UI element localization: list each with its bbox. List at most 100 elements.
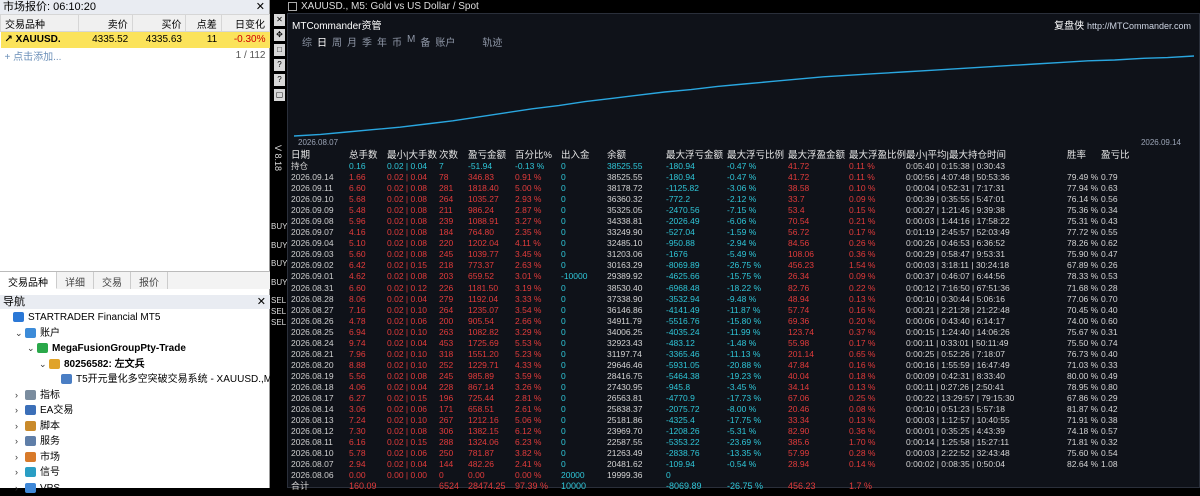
column-header[interactable]: 买价 xyxy=(132,15,186,32)
chevron-down-icon[interactable]: ⌄ xyxy=(15,326,25,342)
nav-item-icon xyxy=(25,421,36,431)
stats-cell: 306 xyxy=(439,426,468,437)
stats-cell: 0.79 xyxy=(1101,172,1131,183)
add-symbol-row[interactable]: + 点击添加...1 / 112 xyxy=(1,48,270,64)
close-icon[interactable]: ✕ xyxy=(274,14,285,26)
nav-item[interactable]: ⌄80256582: 左文兵 xyxy=(0,357,270,373)
minimize-icon[interactable]: ▢ xyxy=(274,89,285,101)
chevron-down-icon[interactable]: ⌄ xyxy=(27,341,37,357)
stats-cell: 0 xyxy=(561,305,607,316)
stats-cell: 8.88 xyxy=(349,360,387,371)
panel-tab-4[interactable]: 季 xyxy=(362,34,372,49)
chevron-right-icon[interactable]: › xyxy=(15,481,25,496)
stats-cell: 0.02 | 0.15 xyxy=(387,393,439,404)
column-header[interactable]: 日变化 xyxy=(221,15,269,32)
column-header[interactable]: 卖价 xyxy=(79,15,133,32)
pin-icon[interactable]: □ xyxy=(274,44,285,56)
nav-item[interactable]: ⌄账户 xyxy=(0,326,270,342)
move-icon[interactable]: ✥ xyxy=(274,29,285,41)
stats-cell: 0 xyxy=(439,470,468,481)
panel-tab-6[interactable]: 币 xyxy=(392,34,402,49)
panel-tab-5[interactable]: 年 xyxy=(377,34,387,49)
column-header[interactable]: 点差 xyxy=(186,15,221,32)
nav-item[interactable]: ›市场 xyxy=(0,450,270,466)
stats-row: 2026.08.277.160.02 | 0.102641235.073.54 … xyxy=(291,305,1131,316)
help-icon[interactable]: ? xyxy=(274,74,285,86)
stats-cell: 0.02 | 0.06 xyxy=(387,404,439,415)
stats-cell: 2026.09.04 xyxy=(291,238,349,249)
stats-cell: 0:00:04 | 0:52:31 | 7:17:31 xyxy=(906,183,1067,194)
panel-tab-10[interactable]: 轨迹 xyxy=(482,34,502,49)
nav-item[interactable]: ⌄MegaFusionGroupPty-Trade xyxy=(0,341,270,357)
stats-cell: 盈亏比 xyxy=(1101,149,1131,161)
nav-item[interactable]: ›服务 xyxy=(0,434,270,450)
stats-cell: 33.34 xyxy=(788,415,849,426)
stats-cell: 0.00 | 0.00 xyxy=(387,470,439,481)
stats-cell: 1202.04 xyxy=(468,238,515,249)
stats-cell: 2026.08.10 xyxy=(291,448,349,459)
panel-tab-7[interactable]: M xyxy=(407,34,415,49)
stats-cell: 2026.08.12 xyxy=(291,426,349,437)
symbol-row[interactable]: ↗ XAUUSD.4335.524335.6311-0.30% xyxy=(1,32,270,48)
stats-cell: -109.94 xyxy=(666,459,727,470)
chevron-right-icon[interactable]: › xyxy=(15,388,25,404)
stats-cell: 97.39 % xyxy=(515,481,561,492)
chevron-right-icon[interactable]: › xyxy=(15,419,25,435)
column-header[interactable]: 交易品种 xyxy=(1,15,79,32)
nav-item[interactable]: STARTRADER Financial MT5 xyxy=(0,310,270,326)
stats-cell: 279 xyxy=(439,294,468,305)
window-icon xyxy=(288,2,297,11)
close-icon[interactable]: ✕ xyxy=(257,295,266,309)
nav-item[interactable]: ›脚本 xyxy=(0,419,270,435)
panel-tab-8[interactable]: 备 xyxy=(420,34,430,49)
nav-item-label: EA交易 xyxy=(40,405,73,416)
tab-0[interactable]: 交易品种 xyxy=(0,272,57,289)
add-symbol-link[interactable]: + 点击添加... xyxy=(1,48,186,64)
nav-item-icon xyxy=(25,405,36,415)
nav-item[interactable]: ›指标 xyxy=(0,388,270,404)
stats-cell: 84.56 xyxy=(788,238,849,249)
stats-cell: 最大浮亏比例 xyxy=(727,149,788,161)
panel-tab-3[interactable]: 月 xyxy=(347,34,357,49)
stats-cell: -13.35 % xyxy=(727,448,788,459)
stats-cell: 2.81 % xyxy=(515,393,561,404)
market-watch-title: 市场报价: 06:10:20 ✕ xyxy=(0,0,269,14)
stats-hold-row: 持仓0.160.02 | 0.047-51.94-0.13 %038525.55… xyxy=(291,161,1131,172)
panel-tab-0[interactable]: 综 xyxy=(302,34,312,49)
nav-item[interactable]: T5开元量化多空突破交易系统 - XAUUSD.,M xyxy=(0,372,270,388)
panel-tab-2[interactable]: 周 xyxy=(332,34,342,49)
stats-cell: 0.40 xyxy=(1101,349,1131,360)
chevron-right-icon[interactable]: › xyxy=(15,403,25,419)
close-icon[interactable]: ✕ xyxy=(256,0,265,14)
nav-item[interactable]: ›信号 xyxy=(0,465,270,481)
panel-tab-1[interactable]: 日 xyxy=(317,34,327,49)
stats-cell: -1.48 % xyxy=(727,338,788,349)
help-icon[interactable]: ? xyxy=(274,59,285,71)
panel-tab-9[interactable]: 账户 xyxy=(435,34,455,49)
stats-cell: 21263.49 xyxy=(607,448,666,459)
chart-toolbar: ✕ ✥ □ ? ? ▢ xyxy=(274,14,286,104)
stats-cell: 2026.09.09 xyxy=(291,205,349,216)
stats-cell: 456.23 xyxy=(788,260,849,271)
chevron-right-icon[interactable]: › xyxy=(15,450,25,466)
trade-marker-label: SEL xyxy=(271,318,286,327)
brand-url[interactable]: http://MTCommander.com xyxy=(1087,21,1191,31)
nav-item[interactable]: ›VPS xyxy=(0,481,270,496)
tab-2[interactable]: 交易 xyxy=(94,272,131,289)
nav-item-icon xyxy=(37,343,48,353)
stats-cell: 456.23 xyxy=(788,481,849,492)
nav-item[interactable]: › EA交易 xyxy=(0,403,270,419)
tab-3[interactable]: 报价 xyxy=(131,272,168,289)
stats-cell: -4035.24 xyxy=(666,327,727,338)
chevron-down-icon[interactable]: ⌄ xyxy=(39,357,49,373)
stats-cell: 0:00:11 | 0:27:26 | 2:50:41 xyxy=(906,382,1067,393)
stats-cell: 2026.09.02 xyxy=(291,260,349,271)
chevron-right-icon[interactable]: › xyxy=(15,434,25,450)
stats-cell: 1192.04 xyxy=(468,294,515,305)
stats-cell: 6.42 xyxy=(349,260,387,271)
stats-cell: 6.60 xyxy=(349,183,387,194)
chevron-right-icon[interactable]: › xyxy=(15,465,25,481)
stats-cell: 0.62 xyxy=(1101,238,1131,249)
tab-1[interactable]: 详细 xyxy=(57,272,94,289)
stats-cell: 5.96 xyxy=(349,216,387,227)
